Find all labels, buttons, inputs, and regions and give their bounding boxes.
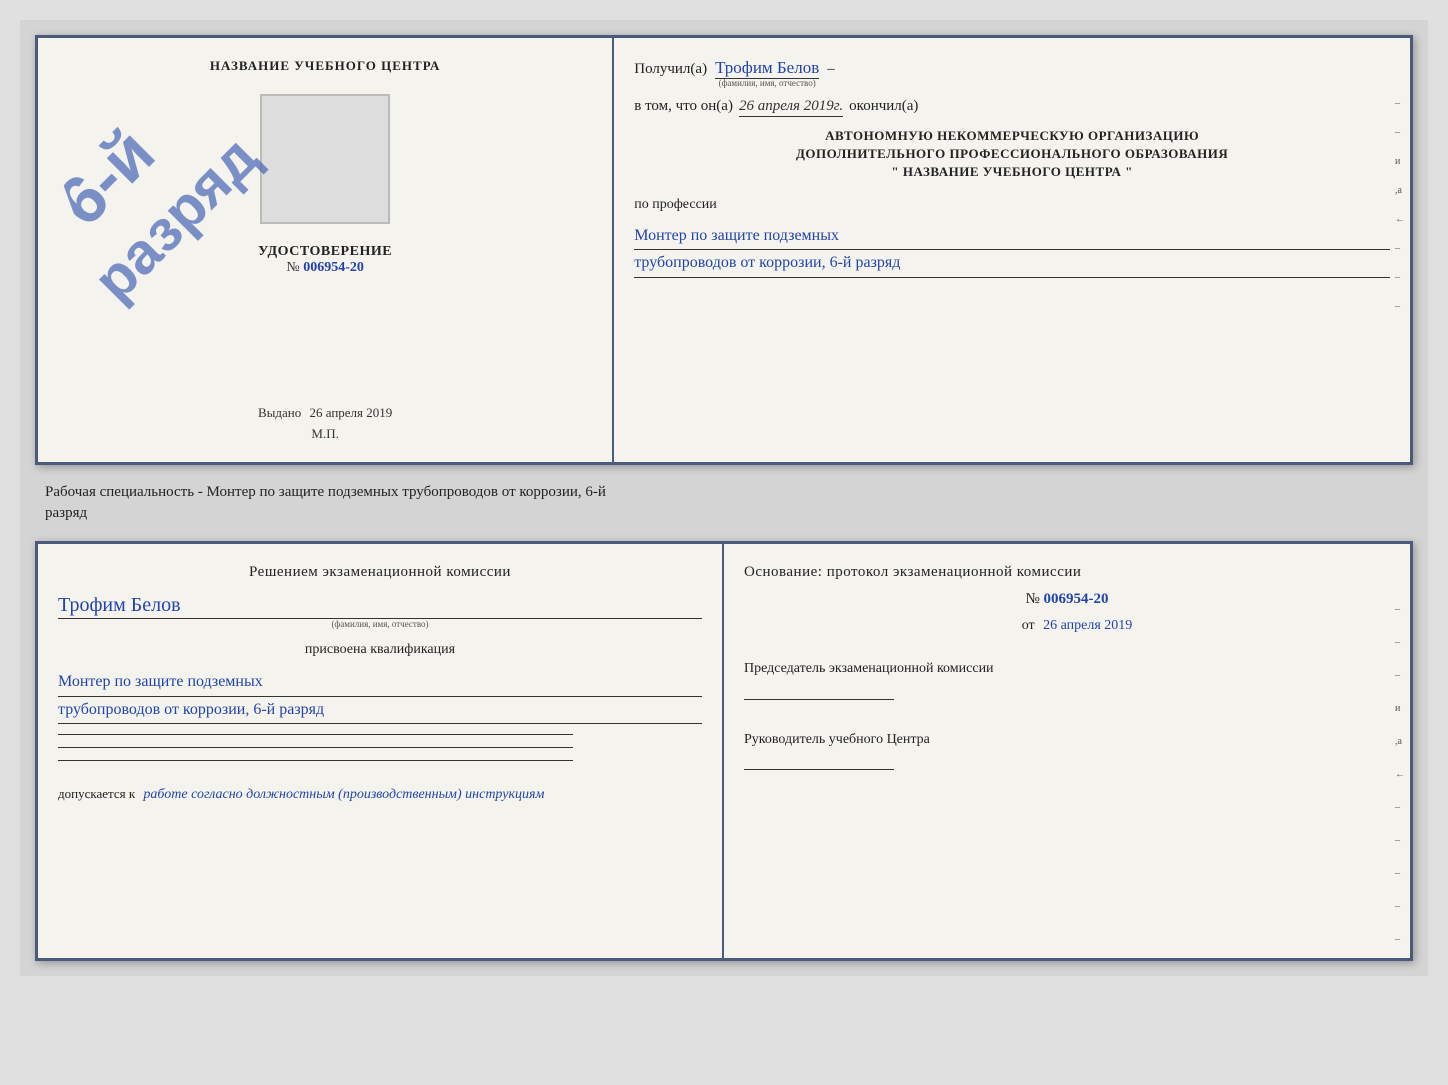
mp-label: М.П. <box>311 426 338 442</box>
from-prefix: от <box>1022 618 1035 633</box>
number-prefix: № <box>1025 591 1039 607</box>
bottom-right-panel: Основание: протокол экзаменационной коми… <box>724 544 1410 958</box>
finished-label: окончил(а) <box>849 98 918 115</box>
cert-number-value: 006954-20 <box>303 260 364 275</box>
allowed-prefix: допускается к <box>58 786 135 801</box>
bottom-person-wrapper: Трофим Белов (фамилия, имя, отчество) <box>58 594 702 629</box>
chair-title: Председатель экзаменационной комиссии <box>744 659 1390 679</box>
org-line1: АВТОНОМНУЮ НЕКОММЕРЧЕСКУЮ ОРГАНИЗАЦИЮ <box>634 127 1390 145</box>
date-row: в том, что он(а) 26 апреля 2019г. окончи… <box>634 98 1390 117</box>
center-leader: Руководитель учебного Центра <box>744 730 1390 771</box>
allowed-value: работе согласно должностным (производств… <box>143 787 544 802</box>
top-left-panel: НАЗВАНИЕ УЧЕБНОГО ЦЕНТРА 6-й разряд УДОС… <box>38 38 614 462</box>
issued-label: Выдано <box>258 405 301 420</box>
bottom-left-panel: Решением экзаменационной комиссии Трофим… <box>38 544 724 958</box>
org-line2: ДОПОЛНИТЕЛЬНОГО ПРОФЕССИОНАЛЬНОГО ОБРАЗО… <box>634 145 1390 163</box>
assigned-label: присвоена квалификация <box>58 642 702 658</box>
middle-line2: разряд <box>45 503 1403 524</box>
commission-chair: Председатель экзаменационной комиссии <box>744 659 1390 700</box>
protocol-number: № 006954-20 <box>744 591 1390 608</box>
from-date-value: 26 апреля 2019 <box>1043 618 1132 633</box>
bottom-name-sub: (фамилия, имя, отчество) <box>58 619 702 629</box>
leader-signature-line <box>744 769 894 770</box>
profession-line2: трубопроводов от коррозии, 6-й разряд <box>634 250 1390 278</box>
bottom-person-name: Трофим Белов <box>58 594 702 619</box>
bottom-certificate-document: Решением экзаменационной комиссии Трофим… <box>35 541 1413 961</box>
certificate-number: № 006954-20 <box>286 260 364 276</box>
recipient-name-sub: (фамилия, имя, отчество) <box>715 78 819 88</box>
divider2 <box>58 747 573 748</box>
page-wrapper: НАЗВАНИЕ УЧЕБНОГО ЦЕНТРА 6-й разряд УДОС… <box>20 20 1428 976</box>
org-name-quotes: " НАЗВАНИЕ УЧЕБНОГО ЦЕНТРА " <box>634 163 1390 181</box>
profession-line1: Монтер по защите подземных <box>634 223 1390 251</box>
dash1: – <box>827 61 835 78</box>
completion-date: 26 апреля 2019г. <box>739 98 843 117</box>
center-leader-title: Руководитель учебного Центра <box>744 730 1390 750</box>
qual-line2: трубопроводов от коррозии, 6-й разряд <box>58 697 702 725</box>
top-certificate-document: НАЗВАНИЕ УЧЕБНОГО ЦЕНТРА 6-й разряд УДОС… <box>35 35 1413 465</box>
received-row: Получил(а) Трофим Белов (фамилия, имя, о… <box>634 58 1390 88</box>
allowed-text: допускается к работе согласно должностны… <box>58 786 702 803</box>
recipient-name-wrapper: Трофим Белов (фамилия, имя, отчество) <box>715 58 819 88</box>
profession-wrapper: Монтер по защите подземных трубопроводов… <box>634 223 1390 278</box>
profession-label: по профессии <box>634 197 1390 213</box>
issued-date-value: 26 апреля 2019 <box>309 405 392 420</box>
chair-signature-line <box>744 699 894 700</box>
right-side-decorations: – – и ,а ← – – – <box>1395 98 1405 312</box>
middle-text-block: Рабочая специальность - Монтер по защите… <box>35 477 1413 529</box>
org-block: АВТОНОМНУЮ НЕКОММЕРЧЕСКУЮ ОРГАНИЗАЦИЮ ДО… <box>634 127 1390 182</box>
divider3 <box>58 760 573 761</box>
bottom-right-side-decorations: – – – и ,а ← – – – – – <box>1395 604 1405 945</box>
middle-line1: Рабочая специальность - Монтер по защите… <box>45 482 1403 503</box>
number-value: 006954-20 <box>1044 591 1109 607</box>
qual-line1: Монтер по защите подземных <box>58 669 702 697</box>
issued-date: Выдано 26 апреля 2019 <box>258 405 392 421</box>
basis-title: Основание: протокол экзаменационной коми… <box>744 564 1390 581</box>
in-that-label: в том, что он(а) <box>634 98 733 115</box>
from-date: от 26 апреля 2019 <box>764 618 1390 634</box>
decision-title: Решением экзаменационной комиссии <box>58 564 702 581</box>
recipient-name: Трофим Белов <box>715 58 819 79</box>
divider1 <box>58 734 573 735</box>
received-label: Получил(а) <box>634 61 707 78</box>
qualification-wrapper: Монтер по защите подземных трубопроводов… <box>58 669 702 724</box>
top-right-panel: Получил(а) Трофим Белов (фамилия, имя, о… <box>614 38 1410 462</box>
